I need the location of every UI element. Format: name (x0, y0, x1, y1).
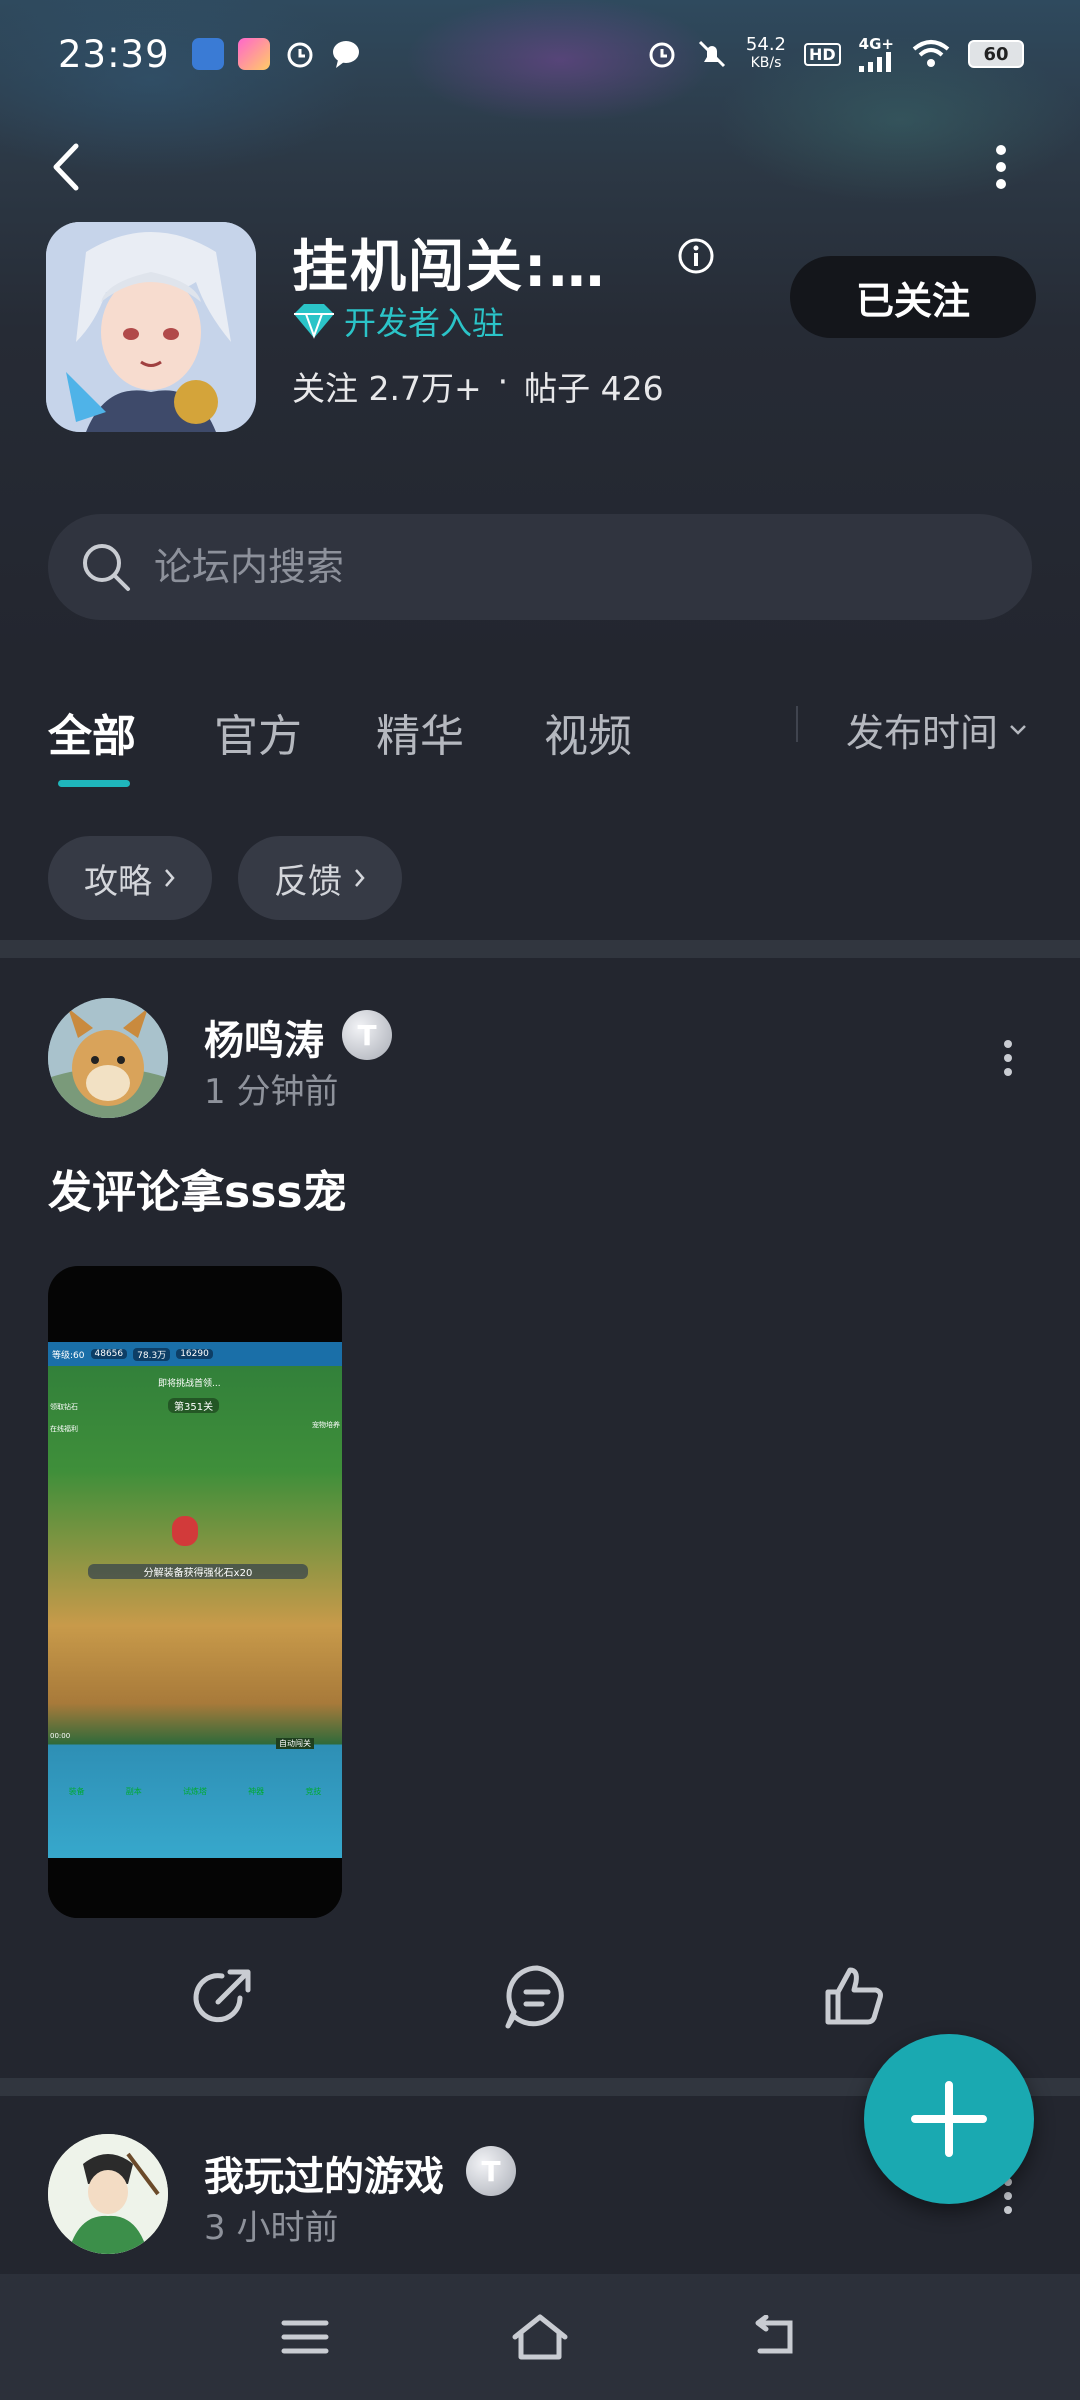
tab-official[interactable]: 官方 (214, 700, 302, 764)
game-menu-item: 装备 (68, 1786, 85, 1796)
chip-guides-label: 攻略 (84, 861, 152, 902)
alarm-status-icon (649, 42, 675, 68)
create-post-button[interactable] (864, 2034, 1034, 2204)
game-menu-row: 装备 副本 试炼塔 神器 竞技 (48, 1780, 342, 1802)
sort-dropdown[interactable]: 发布时间 (846, 702, 1028, 757)
chevron-right-icon (355, 869, 365, 887)
share-icon[interactable] (188, 1962, 258, 2032)
comment-icon[interactable] (502, 1962, 572, 2032)
developer-badge-label: 开发者入驻 (344, 304, 505, 342)
status-bar: 23:39 54.2 KB/s HD 4G+ 60 (0, 0, 1080, 108)
plus-icon (911, 2081, 987, 2157)
game-side-left: 领取钻石 在线福利 (50, 1402, 78, 1434)
game-side-right: 宠物培养 (312, 1421, 340, 1429)
tab-all[interactable]: 全部 (48, 700, 136, 764)
alarm-icon (287, 42, 313, 68)
game-menu-item: 副本 (125, 1786, 142, 1796)
info-icon[interactable] (676, 236, 716, 276)
follow-count: 2.7万+ (368, 369, 482, 408)
forum-search-bar[interactable] (48, 514, 1032, 620)
status-notification-icons (191, 38, 362, 70)
net-speed-unit: KB/s (750, 55, 782, 71)
avatar[interactable] (48, 2134, 168, 2254)
chevron-down-icon (1010, 724, 1026, 735)
tab-video[interactable]: 视频 (544, 700, 632, 764)
app-icon (46, 222, 256, 432)
game-side-left-2: 在线福利 (50, 1425, 78, 1433)
game-stat-1: 48656 (90, 1349, 128, 1359)
game-menu-item: 竞技 (305, 1786, 322, 1796)
level-badge: T (466, 2146, 516, 2196)
network-speed: 54.2 KB/s (746, 36, 786, 72)
following-button[interactable]: 已关注 (790, 256, 1036, 338)
chip-guides[interactable]: 攻略 (48, 836, 212, 920)
post-image[interactable]: 等级:60 48656 78.3万 16290 领取钻石 在线福利 宠物培养 即… (48, 1266, 342, 1918)
system-navigation-bar (0, 2274, 1080, 2400)
back-arrow-icon[interactable] (46, 140, 86, 194)
section-divider (0, 940, 1080, 958)
wifi-icon (912, 40, 950, 67)
follow-label: 关注 2.7万+ (292, 369, 482, 408)
sort-label: 发布时间 (846, 711, 999, 755)
follow-stats: 关注 2.7万+ · 帖子 426 (292, 362, 664, 410)
post-title[interactable]: 发评论拿sss宠 (48, 1156, 347, 1220)
forum-tabs: 全部 官方 精华 视频 发布时间 攻略 反馈 (0, 660, 1080, 940)
developer-badge: 开发者入驻 (292, 298, 504, 344)
game-top-bar: 等级:60 48656 78.3万 16290 (48, 1342, 342, 1366)
more-options-icon[interactable] (986, 140, 1016, 194)
game-stage: 第351关 (168, 1398, 220, 1413)
posts-label: 帖子 426 (524, 369, 664, 408)
active-tab-indicator (58, 780, 130, 787)
app-title: 挂机闯关:… (292, 235, 607, 300)
post-time: 3 小时前 (204, 2208, 339, 2248)
home-icon[interactable] (511, 2313, 569, 2361)
menu-icon[interactable] (280, 2317, 330, 2357)
chevron-right-icon (165, 869, 175, 887)
game-stage-hint: 即将挑战首领... (158, 1379, 221, 1389)
game-hero (172, 1516, 198, 1546)
battery-indicator: 60 (968, 40, 1024, 68)
diamond-icon (294, 304, 334, 339)
game-screenshot: 等级:60 48656 78.3万 16290 领取钻石 在线福利 宠物培养 即… (48, 1342, 342, 1858)
game-menu-item: 神器 (248, 1786, 265, 1796)
tab-divider (796, 706, 798, 742)
mute-icon (698, 40, 725, 68)
game-stat-3: 16290 (176, 1349, 213, 1359)
cellular-signal-icon: 4G+ (858, 34, 894, 72)
stats-separator: · (497, 362, 509, 401)
game-notification-icon (237, 38, 270, 70)
tab-featured[interactable]: 精华 (376, 700, 464, 764)
net-speed-value: 54.2 (745, 34, 786, 55)
like-icon[interactable] (820, 1962, 890, 2032)
message-icon (332, 41, 359, 68)
game-bottom-panel (48, 1858, 342, 1918)
post-more-icon[interactable] (998, 1038, 1018, 1078)
level-badge: T (342, 1010, 392, 1060)
post-author[interactable]: 我玩过的游戏 (204, 2144, 444, 2202)
hd-badge: HD (804, 42, 841, 66)
post-time: 1 分钟前 (204, 1072, 339, 1112)
app-notification-icon (191, 38, 224, 70)
search-input[interactable] (154, 545, 954, 589)
game-timer: 00:00 (50, 1732, 71, 1740)
status-time: 23:39 (58, 32, 170, 76)
game-side-left-1: 领取钻石 (50, 1403, 78, 1411)
game-auto-label: 自动闯关 (276, 1738, 314, 1749)
avatar[interactable] (48, 998, 168, 1118)
signal-type: 4G+ (858, 34, 894, 53)
game-menu-item: 试炼塔 (182, 1786, 207, 1796)
posts-count: 426 (600, 369, 664, 408)
back-icon[interactable] (750, 2315, 800, 2359)
game-level: 等级:60 (52, 1350, 85, 1361)
status-system-icons: 54.2 KB/s HD 4G+ 60 (646, 36, 1024, 72)
chip-feedback[interactable]: 反馈 (238, 836, 402, 920)
game-stat-2: 78.3万 (133, 1347, 171, 1361)
post-author[interactable]: 杨鸣涛 (204, 1008, 324, 1066)
chip-feedback-label: 反馈 (274, 861, 342, 902)
game-drop-text: 分解装备获得强化石x20 (88, 1564, 308, 1579)
search-icon (83, 544, 130, 591)
